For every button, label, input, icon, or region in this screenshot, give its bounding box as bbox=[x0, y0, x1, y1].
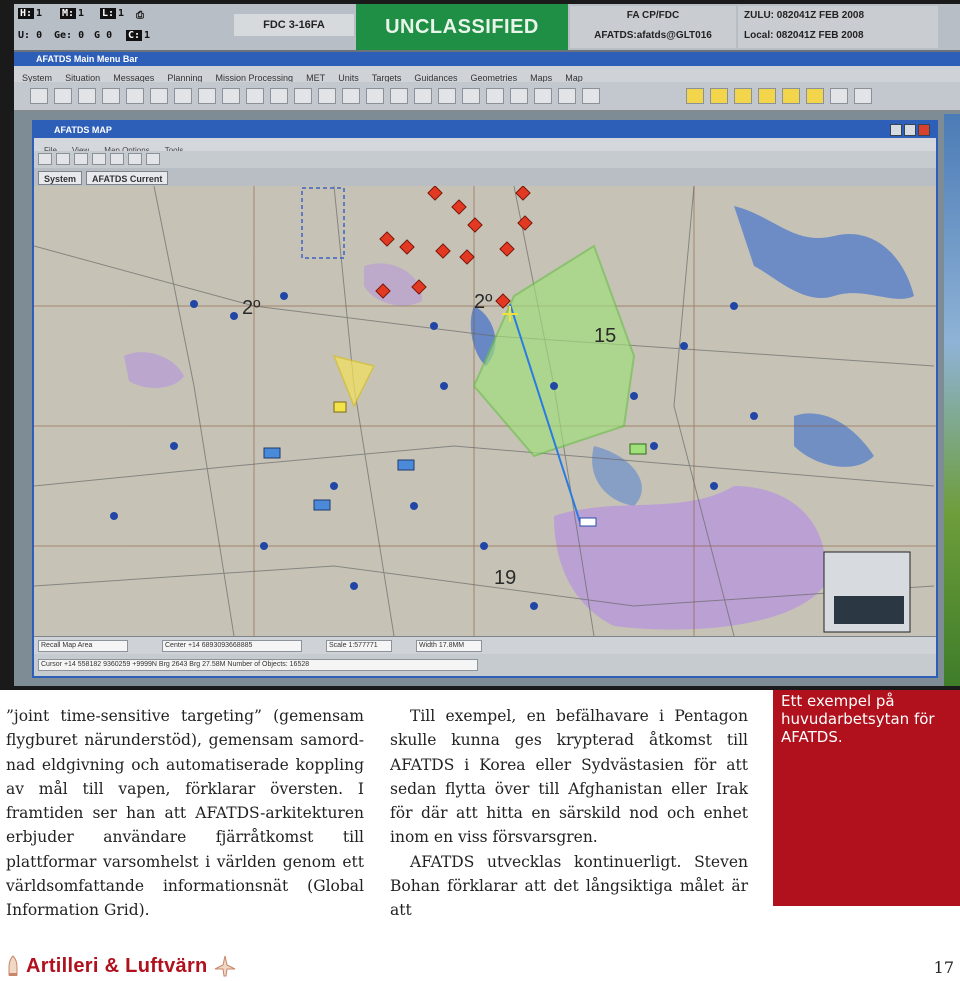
toolbar-button[interactable] bbox=[126, 88, 144, 104]
article-paragraph: AFATDS utvecklas kontinuerligt. Steven B… bbox=[390, 852, 748, 920]
toolbar-button[interactable] bbox=[854, 88, 872, 104]
status-m: M: 1 bbox=[60, 8, 85, 19]
toolbar-button[interactable] bbox=[438, 88, 456, 104]
map-cursor-bar: Cursor +14 558182 9360259 +9999N Brg 264… bbox=[34, 654, 936, 676]
image-caption-box: Ett exempel på huvudarbetsytan för AFATD… bbox=[773, 690, 960, 906]
center-field[interactable]: Center +14 6893093668885 bbox=[162, 640, 302, 652]
toolbar-button[interactable] bbox=[558, 88, 576, 104]
map-tool-button[interactable] bbox=[146, 153, 160, 165]
local-time: Local: 082041Z FEB 2008 bbox=[744, 30, 864, 41]
status-l: L: 1 bbox=[100, 8, 125, 19]
tab-system[interactable]: System bbox=[38, 171, 83, 185]
map-window-title: AFATDS MAP bbox=[34, 122, 936, 138]
overview-viewport[interactable] bbox=[834, 596, 904, 624]
map-menu-bar: File View Map Options Tools bbox=[34, 138, 936, 155]
map-canvas[interactable]: 2º 15 19 2º bbox=[34, 186, 936, 636]
tab-afatds-current[interactable]: AFATDS Current bbox=[86, 171, 169, 185]
status-ge: Ge: 0 bbox=[54, 30, 85, 41]
map-tool-button[interactable] bbox=[56, 153, 70, 165]
afatds-screen: H: 1 M: 1 L: 1 U: 0 Ge: 0 G 0 C: 1 ⎙ FDC 3-1… bbox=[14, 4, 960, 686]
zulu-time: ZULU: 082041Z FEB 2008 bbox=[744, 10, 865, 21]
toolbar-button[interactable] bbox=[198, 88, 216, 104]
map-tool-button[interactable] bbox=[74, 153, 88, 165]
toolbar-button[interactable] bbox=[758, 88, 776, 104]
toolbar-button[interactable] bbox=[782, 88, 800, 104]
cursor-readout: Cursor +14 558182 9360259 +9999N Brg 264… bbox=[38, 659, 478, 671]
magazine-logo: Artilleri & Luftvärn bbox=[6, 952, 236, 980]
toolbar-button[interactable] bbox=[366, 88, 384, 104]
tactical-map[interactable]: 2º 15 19 2º bbox=[34, 186, 936, 636]
toolbar-button[interactable] bbox=[806, 88, 824, 104]
toolbar-button[interactable] bbox=[222, 88, 240, 104]
toolbar-button[interactable] bbox=[294, 88, 312, 104]
scale-field[interactable]: Scale 1:577771 bbox=[326, 640, 392, 652]
printer-icon[interactable]: ⎙ bbox=[136, 10, 144, 26]
status-g: G 0 bbox=[94, 30, 113, 41]
image-caption: Ett exempel på huvudarbetsytan för AFATD… bbox=[781, 692, 935, 746]
toolbar-button[interactable] bbox=[486, 88, 504, 104]
maximize-icon[interactable] bbox=[904, 124, 916, 136]
map-tool-button[interactable] bbox=[38, 153, 52, 165]
desktop-background bbox=[944, 114, 960, 686]
map-label: 15 bbox=[594, 325, 616, 347]
toolbar-button[interactable] bbox=[710, 88, 728, 104]
article-column-1: ”joint time-sensitive targeting” (gemens… bbox=[6, 704, 364, 923]
node-line-1: FA CP/FDC bbox=[626, 10, 680, 21]
status-u: U: 0 bbox=[18, 30, 43, 41]
toolbar-button[interactable] bbox=[686, 88, 704, 104]
main-window-title: AFATDS Main Menu Bar bbox=[14, 52, 960, 66]
toolbar-button[interactable] bbox=[150, 88, 168, 104]
article-paragraph: ”joint time-sensitive targeting” (gemens… bbox=[6, 707, 364, 920]
toolbar-button[interactable] bbox=[390, 88, 408, 104]
toolbar-button[interactable] bbox=[462, 88, 480, 104]
toolbar-button[interactable] bbox=[582, 88, 600, 104]
main-toolbar bbox=[14, 82, 960, 111]
map-toolbar bbox=[34, 151, 936, 168]
toolbar-button[interactable] bbox=[54, 88, 72, 104]
toolbar-button[interactable] bbox=[318, 88, 336, 104]
toolbar-button[interactable] bbox=[830, 88, 848, 104]
toolbar-button[interactable] bbox=[510, 88, 528, 104]
classification-banner: UNCLASSIFIED bbox=[356, 4, 568, 50]
recall-map-area-field[interactable]: Recall Map Area bbox=[38, 640, 128, 652]
status-c: C: 1 bbox=[126, 30, 151, 41]
main-menu-bar: System Situation Messages Planning Missi… bbox=[14, 66, 960, 83]
toolbar-button[interactable] bbox=[246, 88, 264, 104]
monitor-photo: H: 1 M: 1 L: 1 U: 0 Ge: 0 G 0 C: 1 ⎙ FDC 3-1… bbox=[0, 0, 960, 690]
map-tool-button[interactable] bbox=[92, 153, 106, 165]
map-tool-button[interactable] bbox=[128, 153, 142, 165]
toolbar-button[interactable] bbox=[534, 88, 552, 104]
air-defense-icon bbox=[214, 955, 235, 977]
target-box[interactable] bbox=[579, 517, 597, 527]
toolbar-button[interactable] bbox=[270, 88, 288, 104]
node-info: FA CP/FDC AFATDS:afatds@GLT016 bbox=[570, 6, 736, 48]
toolbar-button[interactable] bbox=[342, 88, 360, 104]
minimize-icon[interactable] bbox=[890, 124, 902, 136]
artillery-shell-icon bbox=[8, 955, 18, 976]
toolbar-button[interactable] bbox=[102, 88, 120, 104]
map-window: AFATDS MAP File View Map Options Tools S… bbox=[32, 120, 938, 678]
map-label: 19 bbox=[494, 567, 516, 589]
close-icon[interactable] bbox=[918, 124, 930, 136]
toolbar-button[interactable] bbox=[30, 88, 48, 104]
toolbar-button[interactable] bbox=[414, 88, 432, 104]
fdc-label: FDC 3-16FA bbox=[234, 14, 354, 36]
map-label: 2º bbox=[474, 291, 493, 313]
page-number: 17 bbox=[933, 958, 954, 977]
article-column-2: Till exempel, en befälhavare i Pentagon … bbox=[390, 704, 748, 923]
magazine-name: Artilleri & Luftvärn bbox=[26, 954, 208, 977]
map-label: 2º bbox=[242, 297, 261, 319]
node-line-2: AFATDS:afatds@GLT016 bbox=[594, 30, 712, 41]
status-top-bar: H: 1 M: 1 L: 1 U: 0 Ge: 0 G 0 C: 1 ⎙ FDC 3-1… bbox=[14, 4, 960, 52]
width-field[interactable]: Width 17.8MM bbox=[416, 640, 482, 652]
toolbar-button[interactable] bbox=[174, 88, 192, 104]
status-h: H: 1 bbox=[18, 8, 43, 19]
toolbar-button[interactable] bbox=[78, 88, 96, 104]
map-tab-bar: System AFATDS Current bbox=[34, 168, 936, 186]
map-tool-button[interactable] bbox=[110, 153, 124, 165]
clock-panel: ZULU: 082041Z FEB 2008 Local: 082041Z FE… bbox=[738, 6, 938, 48]
article-paragraph: Till exempel, en befälhavare i Pentagon … bbox=[390, 707, 748, 847]
map-status-bar: Recall Map Area Center +14 6893093668885… bbox=[34, 636, 936, 655]
toolbar-button[interactable] bbox=[734, 88, 752, 104]
